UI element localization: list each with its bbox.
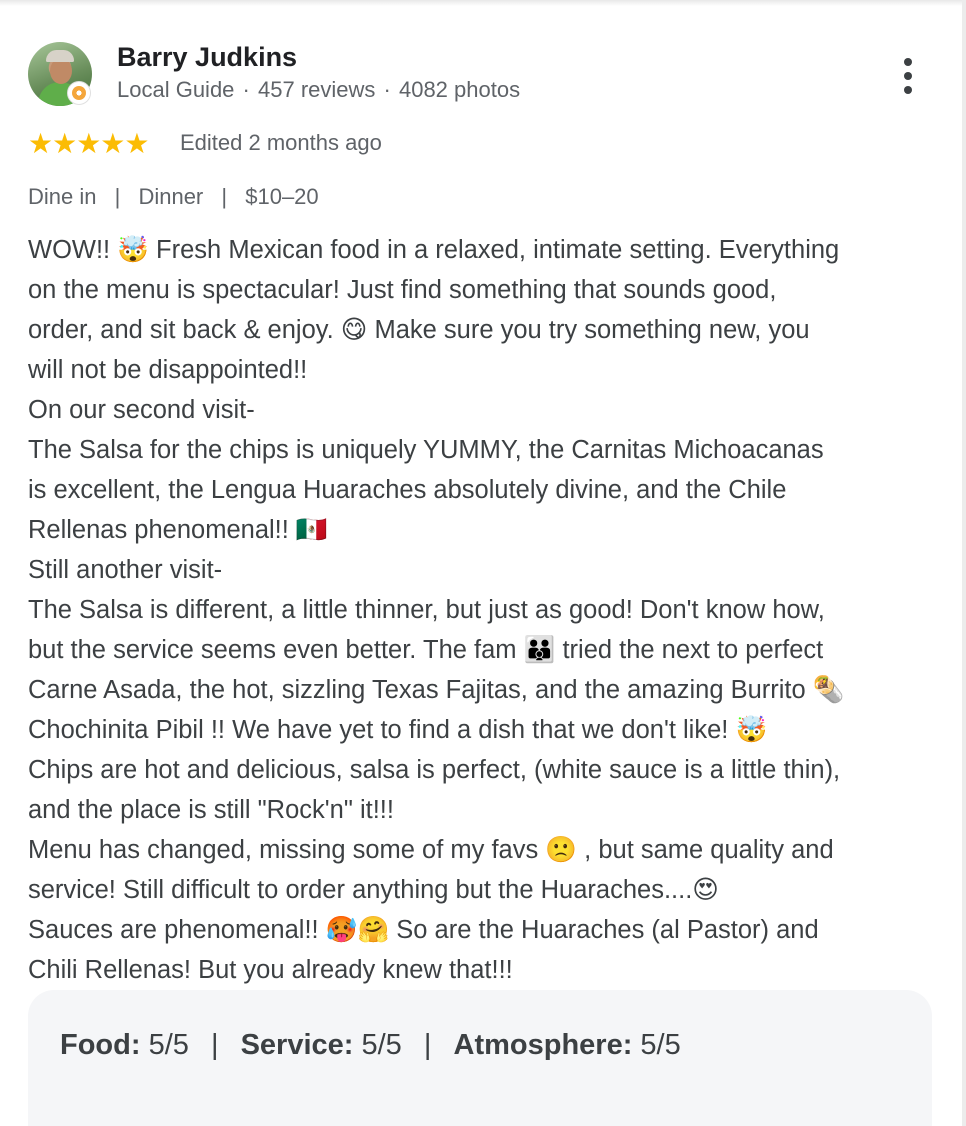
top-divider — [0, 0, 966, 6]
review-text: WOW!! 🤯 Fresh Mexican food in a relaxed,… — [28, 230, 938, 990]
food-rating-value: 5/5 — [148, 1029, 189, 1061]
local-guide-badge-icon — [68, 82, 90, 104]
attribute-service-type: Dine in — [28, 184, 97, 209]
review-line: and the place is still "Rock'n" it!!! — [28, 796, 394, 824]
review-line: WOW!! 🤯 Fresh Mexican food in a relaxed,… — [28, 236, 840, 264]
attribute-separator: | — [221, 184, 228, 209]
review-line: service! Still difficult to order anythi… — [28, 876, 719, 904]
atmosphere-rating-label: Atmosphere: — [453, 1029, 633, 1061]
review-line: Sauces are phenomenal!! 🥵🤗 So are the Hu… — [28, 916, 819, 944]
review-line: but the service seems even better. The f… — [28, 636, 824, 664]
review-line: On our second visit- — [28, 396, 255, 424]
review-line: Menu has changed, missing some of my fav… — [28, 836, 834, 864]
service-rating-label: Service: — [240, 1029, 354, 1061]
review-line: Chochinita Pibil !! We have yet to find … — [28, 716, 768, 744]
review-line: is excellent, the Lengua Huaraches absol… — [28, 476, 787, 504]
reviewer-review-count: 457 reviews — [258, 77, 376, 102]
sub-rating-separator: | — [210, 1029, 219, 1061]
reviewer-meta[interactable]: Local Guide · 457 reviews · 4082 photos — [117, 77, 520, 103]
review-line: Still another visit- — [28, 556, 223, 584]
review-card: Barry Judkins Local Guide · 457 reviews … — [0, 0, 966, 1126]
review-line: order, and sit back & enjoy. 😋 Make sure… — [28, 316, 810, 344]
attribute-meal-type: Dinner — [138, 184, 204, 209]
more-dot — [904, 86, 912, 94]
star-rating: ★★★★★ — [28, 128, 150, 159]
review-attributes: Dine in | Dinner | $10–20 — [28, 184, 319, 210]
more-dot — [904, 58, 912, 66]
review-line: will not be disappointed!! — [28, 356, 308, 384]
sub-ratings: Food: 5/5 | Service: 5/5 | Atmosphere: 5… — [60, 1029, 681, 1062]
edited-timestamp: Edited 2 months ago — [180, 130, 382, 155]
reviewer-role: Local Guide — [117, 77, 235, 102]
food-rating-label: Food: — [60, 1029, 141, 1061]
review-line: on the menu is spectacular! Just find so… — [28, 276, 777, 304]
meta-separator: · — [383, 77, 391, 102]
service-rating-value: 5/5 — [361, 1029, 402, 1061]
more-dot — [904, 72, 912, 80]
sub-rating-separator: | — [423, 1029, 432, 1061]
atmosphere-rating-value: 5/5 — [640, 1029, 681, 1061]
reviewer-photo-count: 4082 photos — [398, 77, 521, 102]
more-vert-icon[interactable] — [896, 56, 920, 96]
review-line: The Salsa is different, a little thinner… — [28, 596, 825, 624]
review-line: Chips are hot and delicious, salsa is pe… — [28, 756, 841, 784]
review-line: The Salsa for the chips is uniquely YUMM… — [28, 436, 824, 464]
attribute-price-range: $10–20 — [245, 184, 319, 209]
reviewer-name[interactable]: Barry Judkins — [117, 42, 297, 73]
scrollbar-track[interactable] — [962, 0, 966, 1126]
review-line: Carne Asada, the hot, sizzling Texas Faj… — [28, 676, 845, 704]
review-line: Chili Rellenas! But you already knew tha… — [28, 956, 513, 984]
review-line: Rellenas phenomenal!! 🇲🇽 — [28, 516, 328, 544]
attribute-separator: | — [114, 184, 121, 209]
meta-separator: · — [242, 77, 250, 102]
avatar-cap — [46, 50, 74, 62]
